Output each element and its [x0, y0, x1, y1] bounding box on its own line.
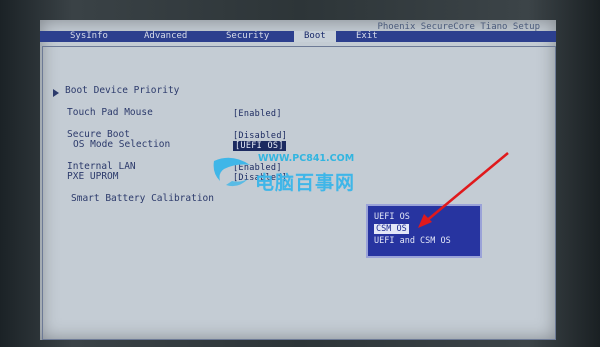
- monitor-bezel: Phoenix SecureCore Tiano Setup SysInfo A…: [0, 0, 600, 347]
- annotation-arrow-icon: [418, 152, 509, 228]
